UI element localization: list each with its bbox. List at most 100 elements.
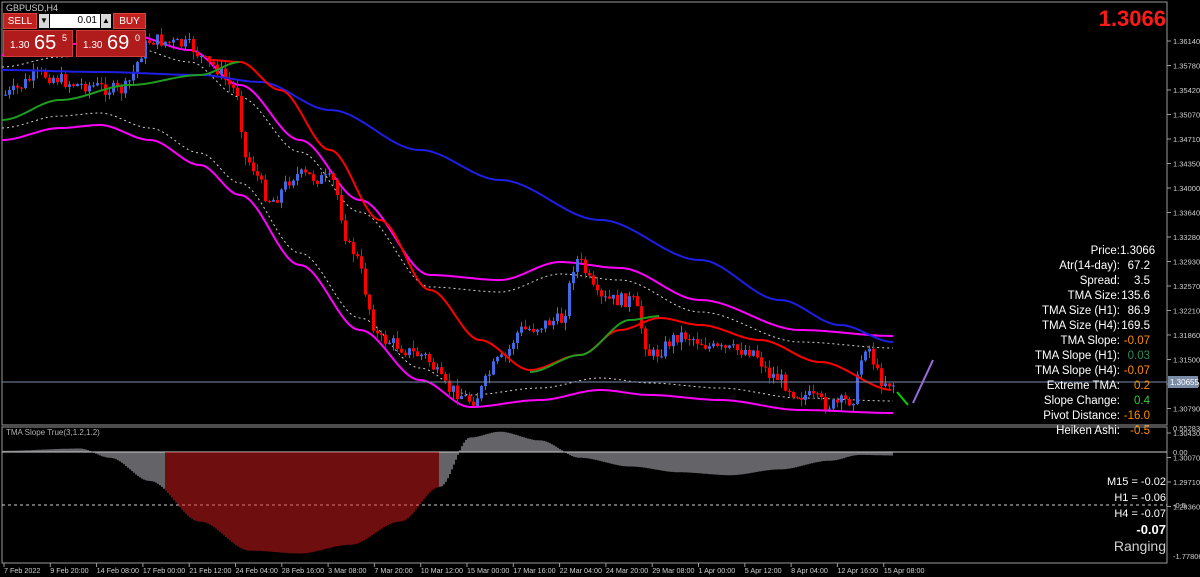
candle-body (272, 199, 275, 202)
info-row: Price:1.3066 (990, 244, 1160, 259)
candle-body (876, 364, 879, 369)
candle-body (264, 179, 267, 201)
candle-body (716, 343, 719, 346)
candle-body (192, 38, 195, 53)
candle-body (28, 78, 31, 81)
buy-button[interactable]: BUY (113, 13, 146, 29)
candle-body (480, 386, 483, 399)
time-tick-label: 7 Mar 20:00 (374, 566, 412, 575)
candle-body (492, 361, 495, 375)
candle-body (500, 354, 503, 357)
candle-body (780, 374, 783, 380)
candle-body (572, 271, 575, 284)
candle-body (232, 84, 235, 88)
info-row: TMA Slope (H1): 0.03 (990, 349, 1160, 364)
candle-body (520, 326, 523, 333)
candle-body (684, 332, 687, 340)
candle-body (380, 333, 383, 335)
candle-body (824, 397, 827, 410)
indicator-info-panel: Price:1.3066 Atr(14-day): 67.2 Spread: 3.5 TM… (990, 244, 1160, 439)
candle-body (708, 346, 711, 349)
candle-body (300, 169, 303, 174)
candle-body (8, 90, 11, 95)
ask-quote[interactable]: 1.30 69 0 (76, 30, 146, 57)
candle-body (204, 56, 207, 57)
candle-body (316, 180, 319, 184)
time-tick-label: 14 Feb 08:00 (97, 566, 139, 575)
candle-body (784, 374, 787, 391)
candle-body (184, 39, 187, 47)
info-label: Slope Change: (1043, 395, 1120, 407)
ask-big-digits: 69 (107, 32, 130, 54)
lot-increase-icon[interactable]: ▲ (101, 14, 111, 28)
candle-body (728, 345, 731, 348)
osc-tick-label: -1.77806 (1173, 552, 1200, 561)
info-value: 1.3066 (1120, 245, 1156, 257)
candle-body (260, 175, 263, 180)
candle-body (484, 375, 487, 387)
candle-body (284, 181, 287, 190)
candle-body (688, 339, 691, 341)
info-row: Spread: 3.5 (990, 274, 1160, 289)
info-value: -0.07 (1123, 365, 1150, 377)
info-value: 0.4 (1134, 395, 1150, 407)
info-row: TMA Size (H1): 86.9 (990, 304, 1160, 319)
candle-body (528, 328, 531, 330)
info-row: Pivot Distance: -16.0 (990, 409, 1160, 424)
candle-body (456, 385, 459, 400)
candle-body (544, 320, 547, 329)
lot-decrease-icon[interactable]: ▼ (39, 14, 49, 28)
sell-button[interactable]: SELL (3, 13, 37, 29)
price-tick-label: 1.31860 (1173, 331, 1200, 340)
candle-body (628, 296, 631, 307)
candle-body (848, 399, 851, 406)
time-tick-label: 10 Mar 12:00 (421, 566, 463, 575)
candle-body (652, 349, 655, 356)
candle-body (524, 326, 527, 330)
time-tick-label: 29 Mar 08:00 (652, 566, 694, 575)
candle-body (752, 350, 755, 356)
candle-body (180, 39, 183, 47)
bid-quote[interactable]: 1.30 65 5 (3, 30, 73, 57)
candle-body (668, 341, 671, 347)
lot-size-input[interactable] (50, 14, 100, 28)
candle-body (240, 96, 243, 132)
candle-body (692, 339, 695, 341)
candle-body (840, 395, 843, 403)
info-label: Heiken Ashi: (1056, 425, 1120, 437)
trading-chart[interactable]: GBPUSD,H4 1.36140 1.35780 1.35420 1.35070 1.… (0, 0, 1200, 577)
candle-body (760, 357, 763, 367)
info-label: Price: (1090, 245, 1120, 257)
candle-body (616, 294, 619, 306)
candle-body (244, 131, 247, 158)
time-tick-label: 22 Mar 04:00 (560, 566, 602, 575)
info-value: -0.07 (1123, 335, 1150, 347)
candle-body (344, 220, 347, 242)
info-row: TMA Size (H4):169.5 (990, 319, 1160, 334)
info-value: -16.0 (1123, 410, 1150, 422)
candle-body (796, 397, 799, 399)
candle-body (212, 61, 215, 65)
candle-body (176, 39, 179, 41)
candle-body (304, 169, 307, 173)
candle-body (800, 398, 803, 400)
candle-body (676, 335, 679, 343)
candle-body (24, 78, 27, 88)
info-row: TMA Size:135.6 (990, 289, 1160, 304)
candle-body (632, 296, 635, 298)
candle-body (804, 395, 807, 400)
candle-body (56, 77, 59, 83)
candle-body (336, 179, 339, 195)
candle-body (564, 316, 567, 323)
candle-body (680, 332, 683, 343)
osc-tick-label: -0.5 (1173, 501, 1186, 510)
candle-body (32, 71, 35, 81)
candle-body (540, 328, 543, 330)
price-tick-label: 1.32570 (1173, 282, 1200, 291)
price-tick-label: 1.35420 (1173, 86, 1200, 95)
candle-body (464, 395, 467, 397)
candle-body (596, 284, 599, 291)
osc-h1-value: H1 = -0.06 (1114, 492, 1166, 504)
candle-body (852, 403, 855, 406)
bid-prefix: 1.30 (10, 40, 30, 51)
